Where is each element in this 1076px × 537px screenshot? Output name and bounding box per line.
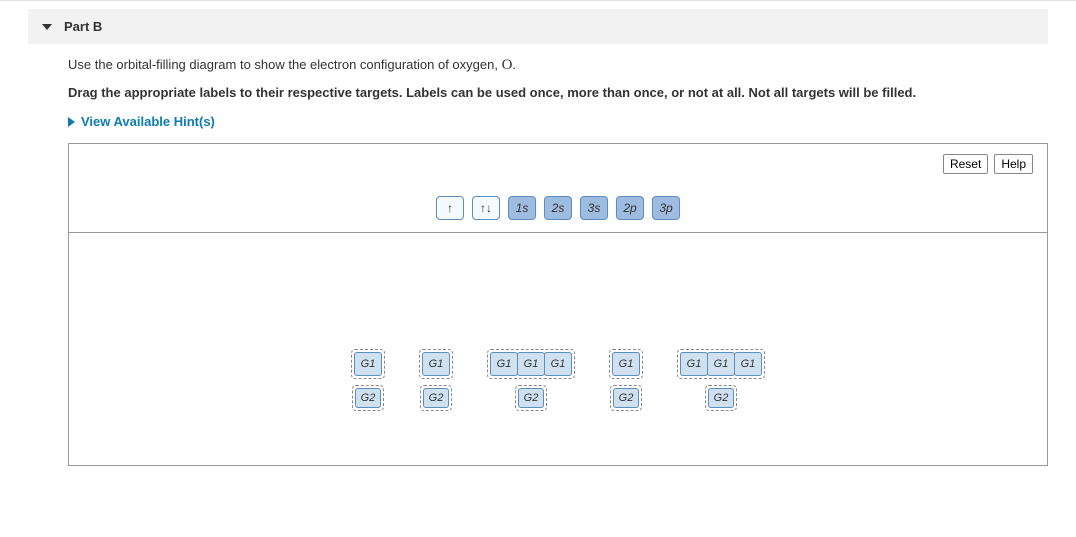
- view-hints-toggle[interactable]: View Available Hint(s): [68, 114, 215, 129]
- orbital-group: G1 G1 G1 G2: [677, 349, 765, 411]
- orbital-target[interactable]: G1: [422, 352, 450, 376]
- part-header[interactable]: Part B: [28, 9, 1048, 44]
- orbital-group: G1 G2: [351, 349, 385, 411]
- orbital-target[interactable]: G1: [517, 352, 545, 376]
- prompt-after: .: [512, 57, 516, 72]
- label-3s[interactable]: 3s: [580, 196, 608, 220]
- hints-label: View Available Hint(s): [81, 114, 215, 129]
- reset-button[interactable]: Reset: [943, 154, 988, 174]
- orbital-target[interactable]: G1: [354, 352, 382, 376]
- label-target[interactable]: G2: [423, 388, 449, 408]
- label-target[interactable]: G2: [518, 388, 544, 408]
- diagram-area: G1 G2 G1 G2: [81, 233, 1035, 453]
- part-title: Part B: [64, 19, 102, 34]
- orbital-target[interactable]: G1: [612, 352, 640, 376]
- work-area: Reset Help ↑ ↑↓ 1s 2s 3s 2p 3p G1 G2: [68, 143, 1048, 466]
- orbital-target[interactable]: G1: [707, 352, 735, 376]
- label-2p[interactable]: 2p: [616, 196, 644, 220]
- orbital-group: G1 G1 G1 G2: [487, 349, 575, 411]
- orbital-target[interactable]: G1: [544, 352, 572, 376]
- label-target[interactable]: G2: [708, 388, 734, 408]
- prompt-text: Use the orbital-filling diagram to show …: [68, 54, 1048, 77]
- triangle-right-icon: [68, 117, 75, 127]
- label-1s[interactable]: 1s: [508, 196, 536, 220]
- label-3p[interactable]: 3p: [652, 196, 680, 220]
- element-symbol: O: [502, 57, 513, 73]
- orbital-target[interactable]: G1: [490, 352, 518, 376]
- prompt-before: Use the orbital-filling diagram to show …: [68, 57, 502, 72]
- orbital-target[interactable]: G1: [734, 352, 762, 376]
- help-button[interactable]: Help: [994, 154, 1033, 174]
- orbital-group: G1 G2: [609, 349, 643, 411]
- label-target[interactable]: G2: [613, 388, 639, 408]
- label-2s[interactable]: 2s: [544, 196, 572, 220]
- caret-down-icon: [42, 24, 52, 30]
- label-arrow-pair[interactable]: ↑↓: [472, 196, 500, 220]
- orbital-target[interactable]: G1: [680, 352, 708, 376]
- orbital-group: G1 G2: [419, 349, 453, 411]
- instruction-text: Drag the appropriate labels to their res…: [68, 83, 1048, 103]
- label-arrow-up[interactable]: ↑: [436, 196, 464, 220]
- label-palette: ↑ ↑↓ 1s 2s 3s 2p 3p: [81, 196, 1035, 220]
- label-target[interactable]: G2: [355, 388, 381, 408]
